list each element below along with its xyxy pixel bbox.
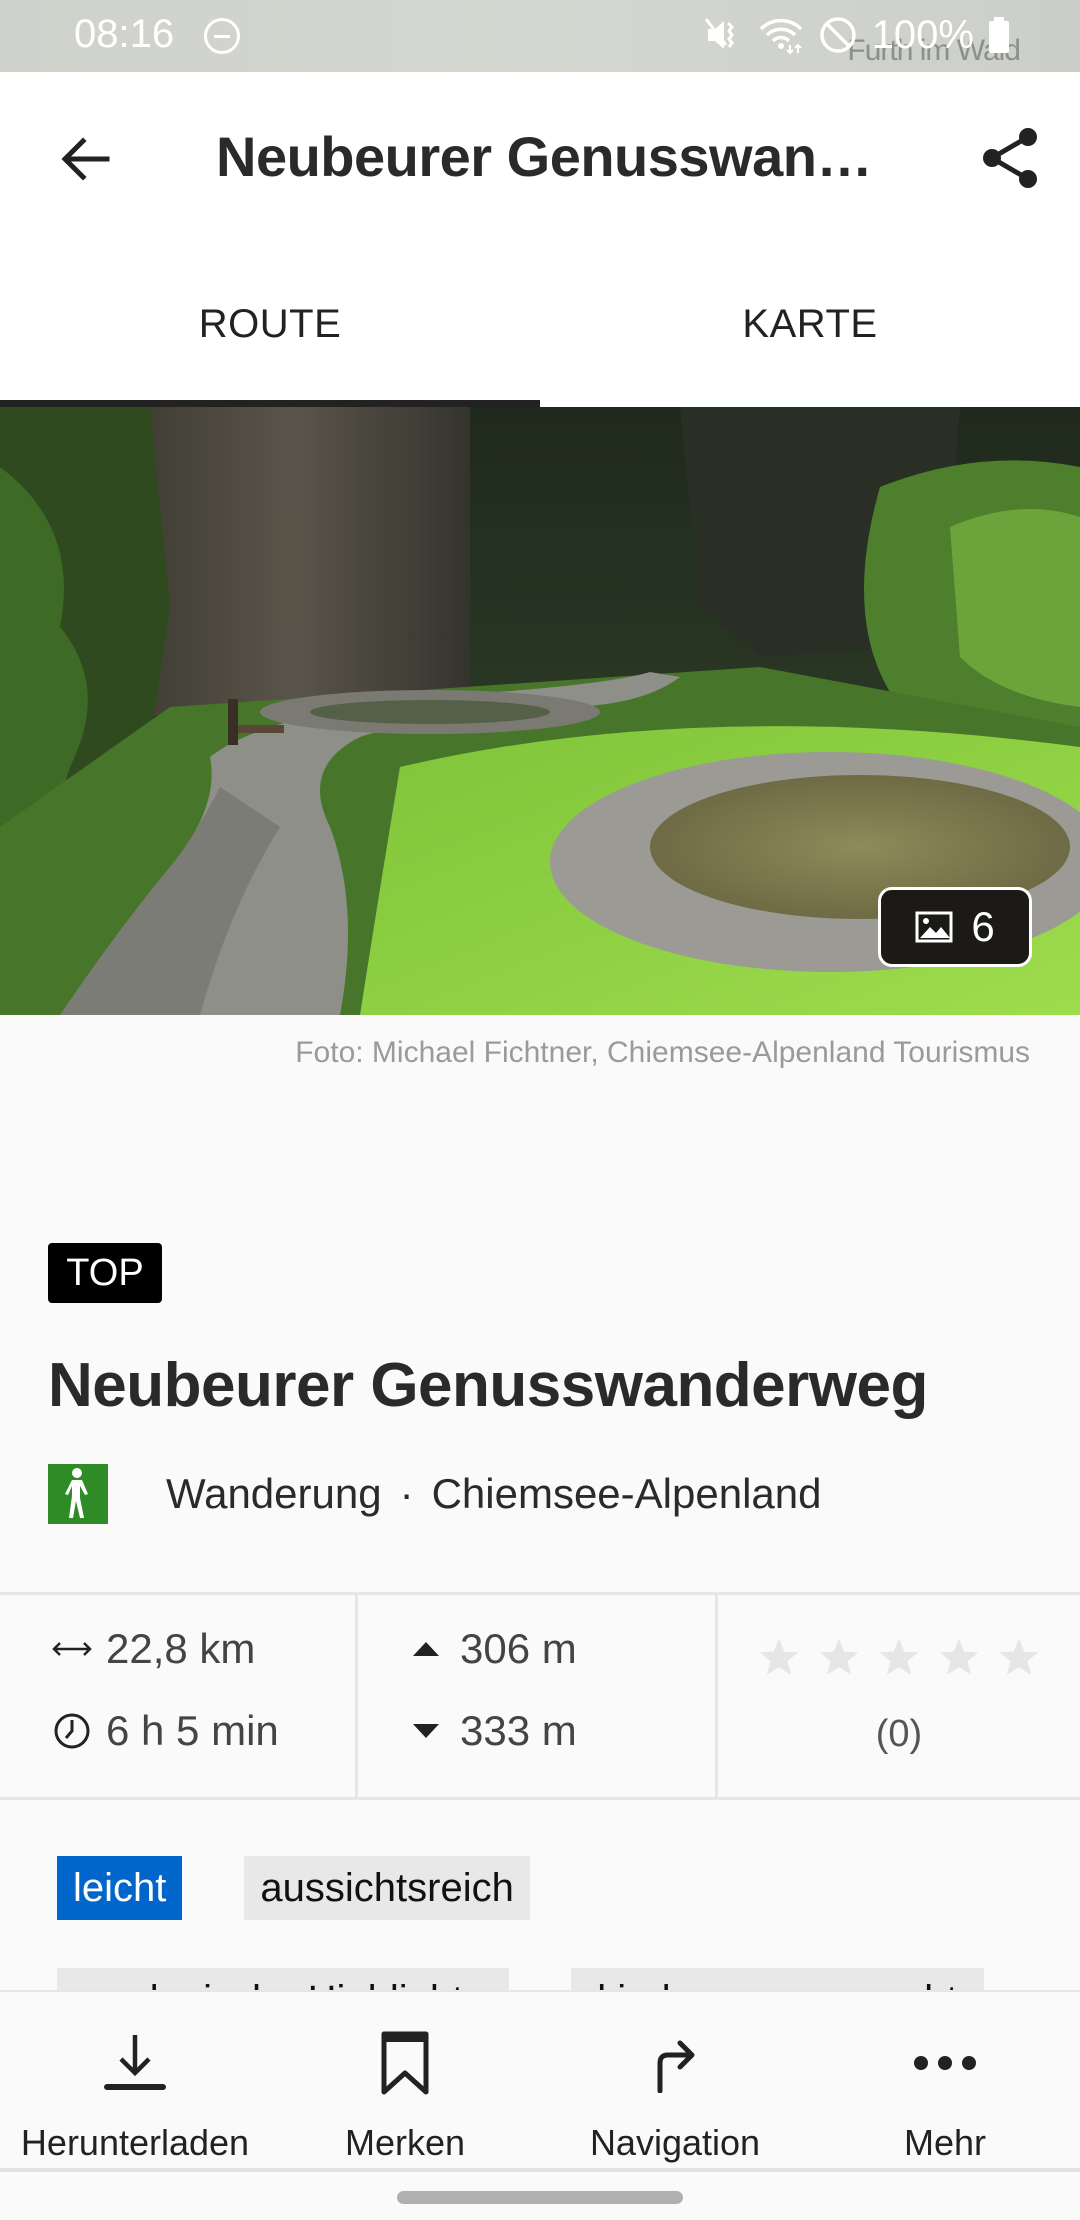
tab-bar: ROUTE KARTE: [0, 242, 1080, 407]
app-bar-title: Neubeurer Genusswanderweg: [216, 125, 906, 188]
share-icon: [983, 128, 1037, 188]
triangle-down-icon: [406, 1722, 446, 1740]
turn-right-icon: [650, 2028, 700, 2098]
photo-credit: Foto: Michael Fichtner, Chiemsee-Alpenla…: [295, 1036, 1030, 1069]
more-button[interactable]: Mehr: [810, 1992, 1080, 2168]
download-label: Herunterladen: [20, 2122, 250, 2163]
route-photo[interactable]: 6: [0, 407, 1080, 1015]
ascent-value: 306 m: [460, 1625, 577, 1672]
vibrate-mute-icon: [704, 15, 744, 55]
gallery-button[interactable]: 6: [878, 887, 1032, 967]
duration-value: 6 h 5 min: [106, 1707, 279, 1754]
navigation-label: Navigation: [589, 2122, 761, 2163]
stat-descent: 333 m: [406, 1707, 577, 1755]
distance-arrows-icon: [52, 1639, 92, 1659]
status-bar: · · · Furth im Wald 08:16 100%: [0, 0, 1080, 84]
image-icon: [915, 911, 953, 943]
image-count: 6: [971, 903, 995, 950]
navigation-button[interactable]: Navigation: [540, 1992, 810, 2168]
tab-karte[interactable]: KARTE: [540, 242, 1080, 407]
download-button[interactable]: Herunterladen: [0, 1992, 270, 2168]
stats-distance-duration: 22,8 km 6 h 5 min: [0, 1595, 358, 1797]
route-title: Neubeurer Genusswanderweg: [48, 1351, 928, 1420]
hiking-icon: [48, 1464, 108, 1524]
star-icon[interactable]: [817, 1635, 861, 1679]
download-icon: [103, 2028, 167, 2098]
stat-duration: 6 h 5 min: [52, 1707, 279, 1755]
bookmark-icon: [380, 2028, 430, 2098]
wifi-icon: [758, 15, 804, 55]
gesture-handle[interactable]: [397, 2191, 683, 2204]
top-badge: TOP: [48, 1243, 162, 1303]
arrow-left-icon: [61, 137, 110, 181]
battery-level: 100%: [871, 12, 974, 57]
bookmark-button[interactable]: Merken: [270, 1992, 540, 2168]
descent-value: 333 m: [460, 1707, 577, 1754]
category-label: Wanderung: [166, 1470, 382, 1517]
more-label: Mehr: [903, 2122, 987, 2163]
tags-row-1: leicht aussichtsreich: [57, 1856, 530, 1920]
star-icon[interactable]: [757, 1635, 801, 1679]
difficulty-tag: leicht: [57, 1856, 183, 1920]
blocked-icon: [818, 15, 858, 55]
tag: aussichtsreich: [244, 1856, 530, 1920]
do-not-disturb-icon: [204, 18, 240, 54]
stat-ascent: 306 m: [406, 1625, 577, 1673]
region-label: Chiemsee-Alpenland: [431, 1470, 822, 1517]
category-separator: ·: [399, 1470, 414, 1517]
rating-count: (0): [875, 1713, 923, 1755]
route-category: Wanderung · Chiemsee-Alpenland: [48, 1464, 821, 1524]
triangle-up-icon: [406, 1640, 446, 1658]
bottom-action-bar: Herunterladen Merken Navigation Mehr: [0, 1990, 1080, 2172]
route-stats: 22,8 km 6 h 5 min 306 m 333 m (0): [0, 1592, 1080, 1800]
stat-distance: 22,8 km: [52, 1625, 255, 1673]
clock-icon: [52, 1712, 92, 1750]
more-horizontal-icon: [913, 2028, 977, 2098]
status-time: 08:16: [74, 12, 175, 56]
star-icon[interactable]: [997, 1635, 1041, 1679]
app-bar: Neubeurer Genusswanderweg: [0, 72, 1080, 242]
stats-elevation: 306 m 333 m: [358, 1595, 718, 1797]
star-icon[interactable]: [937, 1635, 981, 1679]
status-icons: 100%: [704, 10, 1010, 60]
back-button[interactable]: [50, 124, 120, 194]
star-icon[interactable]: [877, 1635, 921, 1679]
distance-value: 22,8 km: [106, 1625, 256, 1672]
stats-rating[interactable]: (0): [718, 1595, 1080, 1797]
tab-route[interactable]: ROUTE: [0, 242, 540, 407]
battery-icon: [988, 15, 1010, 55]
rating-stars[interactable]: [718, 1635, 1080, 1679]
bookmark-label: Merken: [344, 2122, 466, 2163]
share-button[interactable]: [970, 118, 1050, 198]
